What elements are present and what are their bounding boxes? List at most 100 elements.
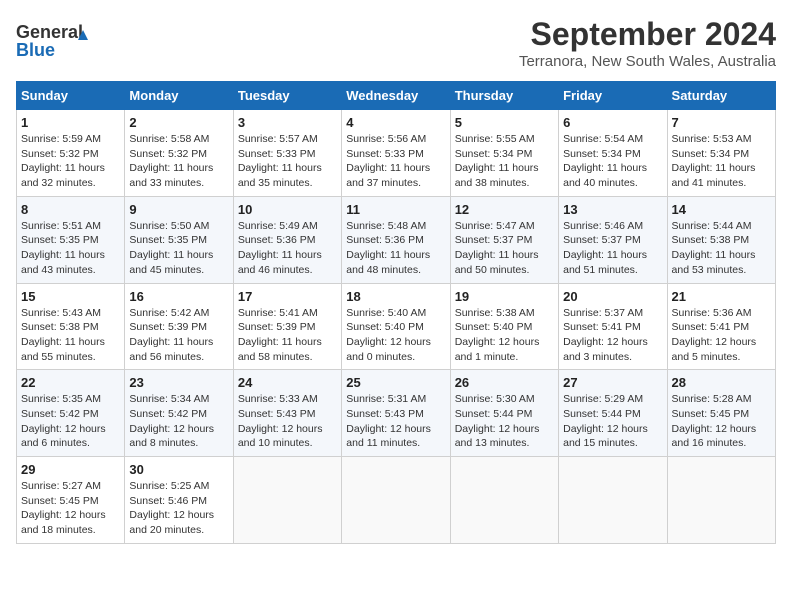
calendar-table: Sunday Monday Tuesday Wednesday Thursday… [16,81,776,544]
header-friday: Friday [559,82,667,110]
calendar-week-row: 8 Sunrise: 5:51 AM Sunset: 5:35 PM Dayli… [17,196,776,283]
calendar-cell [559,457,667,544]
day-number: 15 [21,289,120,304]
day-info: Sunrise: 5:41 AM Sunset: 5:39 PM Dayligh… [238,306,337,365]
day-info: Sunrise: 5:55 AM Sunset: 5:34 PM Dayligh… [455,132,554,191]
location-title: Terranora, New South Wales, Australia [519,53,776,70]
day-info: Sunrise: 5:59 AM Sunset: 5:32 PM Dayligh… [21,132,120,191]
calendar-cell: 27 Sunrise: 5:29 AM Sunset: 5:44 PM Dayl… [559,370,667,457]
day-info: Sunrise: 5:30 AM Sunset: 5:44 PM Dayligh… [455,392,554,451]
calendar-cell: 10 Sunrise: 5:49 AM Sunset: 5:36 PM Dayl… [233,196,341,283]
calendar-cell: 30 Sunrise: 5:25 AM Sunset: 5:46 PM Dayl… [125,457,233,544]
day-info: Sunrise: 5:54 AM Sunset: 5:34 PM Dayligh… [563,132,662,191]
day-info: Sunrise: 5:57 AM Sunset: 5:33 PM Dayligh… [238,132,337,191]
calendar-cell: 22 Sunrise: 5:35 AM Sunset: 5:42 PM Dayl… [17,370,125,457]
calendar-cell: 11 Sunrise: 5:48 AM Sunset: 5:36 PM Dayl… [342,196,450,283]
weekday-header-row: Sunday Monday Tuesday Wednesday Thursday… [17,82,776,110]
day-number: 4 [346,115,445,130]
calendar-cell: 7 Sunrise: 5:53 AM Sunset: 5:34 PM Dayli… [667,110,775,197]
calendar-week-row: 29 Sunrise: 5:27 AM Sunset: 5:45 PM Dayl… [17,457,776,544]
calendar-cell: 8 Sunrise: 5:51 AM Sunset: 5:35 PM Dayli… [17,196,125,283]
day-number: 29 [21,462,120,477]
page-header: General Blue September 2024 Terranora, N… [16,16,776,71]
calendar-cell: 3 Sunrise: 5:57 AM Sunset: 5:33 PM Dayli… [233,110,341,197]
calendar-cell: 13 Sunrise: 5:46 AM Sunset: 5:37 PM Dayl… [559,196,667,283]
day-info: Sunrise: 5:37 AM Sunset: 5:41 PM Dayligh… [563,306,662,365]
day-number: 6 [563,115,662,130]
day-number: 8 [21,202,120,217]
calendar-cell: 2 Sunrise: 5:58 AM Sunset: 5:32 PM Dayli… [125,110,233,197]
day-number: 27 [563,375,662,390]
calendar-cell: 24 Sunrise: 5:33 AM Sunset: 5:43 PM Dayl… [233,370,341,457]
day-number: 28 [672,375,771,390]
calendar-cell: 1 Sunrise: 5:59 AM Sunset: 5:32 PM Dayli… [17,110,125,197]
day-info: Sunrise: 5:29 AM Sunset: 5:44 PM Dayligh… [563,392,662,451]
calendar-cell: 16 Sunrise: 5:42 AM Sunset: 5:39 PM Dayl… [125,283,233,370]
day-info: Sunrise: 5:58 AM Sunset: 5:32 PM Dayligh… [129,132,228,191]
header-tuesday: Tuesday [233,82,341,110]
day-info: Sunrise: 5:33 AM Sunset: 5:43 PM Dayligh… [238,392,337,451]
calendar-cell: 15 Sunrise: 5:43 AM Sunset: 5:38 PM Dayl… [17,283,125,370]
day-info: Sunrise: 5:47 AM Sunset: 5:37 PM Dayligh… [455,219,554,278]
calendar-cell: 20 Sunrise: 5:37 AM Sunset: 5:41 PM Dayl… [559,283,667,370]
header-saturday: Saturday [667,82,775,110]
day-number: 21 [672,289,771,304]
calendar-week-row: 1 Sunrise: 5:59 AM Sunset: 5:32 PM Dayli… [17,110,776,197]
calendar-cell: 19 Sunrise: 5:38 AM Sunset: 5:40 PM Dayl… [450,283,558,370]
day-number: 19 [455,289,554,304]
day-number: 30 [129,462,228,477]
header-thursday: Thursday [450,82,558,110]
day-info: Sunrise: 5:56 AM Sunset: 5:33 PM Dayligh… [346,132,445,191]
calendar-cell: 14 Sunrise: 5:44 AM Sunset: 5:38 PM Dayl… [667,196,775,283]
day-info: Sunrise: 5:28 AM Sunset: 5:45 PM Dayligh… [672,392,771,451]
day-number: 10 [238,202,337,217]
svg-text:Blue: Blue [16,40,55,60]
day-number: 14 [672,202,771,217]
day-info: Sunrise: 5:50 AM Sunset: 5:35 PM Dayligh… [129,219,228,278]
calendar-cell: 25 Sunrise: 5:31 AM Sunset: 5:43 PM Dayl… [342,370,450,457]
calendar-cell: 6 Sunrise: 5:54 AM Sunset: 5:34 PM Dayli… [559,110,667,197]
day-number: 7 [672,115,771,130]
calendar-cell [450,457,558,544]
day-number: 17 [238,289,337,304]
day-info: Sunrise: 5:36 AM Sunset: 5:41 PM Dayligh… [672,306,771,365]
calendar-cell: 18 Sunrise: 5:40 AM Sunset: 5:40 PM Dayl… [342,283,450,370]
day-number: 24 [238,375,337,390]
day-info: Sunrise: 5:44 AM Sunset: 5:38 PM Dayligh… [672,219,771,278]
day-number: 13 [563,202,662,217]
title-block: September 2024 Terranora, New South Wale… [519,16,776,70]
calendar-cell: 26 Sunrise: 5:30 AM Sunset: 5:44 PM Dayl… [450,370,558,457]
header-monday: Monday [125,82,233,110]
calendar-cell [233,457,341,544]
calendar-cell: 4 Sunrise: 5:56 AM Sunset: 5:33 PM Dayli… [342,110,450,197]
calendar-cell: 5 Sunrise: 5:55 AM Sunset: 5:34 PM Dayli… [450,110,558,197]
calendar-week-row: 22 Sunrise: 5:35 AM Sunset: 5:42 PM Dayl… [17,370,776,457]
svg-text:General: General [16,22,83,42]
day-info: Sunrise: 5:46 AM Sunset: 5:37 PM Dayligh… [563,219,662,278]
calendar-cell: 29 Sunrise: 5:27 AM Sunset: 5:45 PM Dayl… [17,457,125,544]
day-number: 23 [129,375,228,390]
calendar-cell: 12 Sunrise: 5:47 AM Sunset: 5:37 PM Dayl… [450,196,558,283]
calendar-cell: 17 Sunrise: 5:41 AM Sunset: 5:39 PM Dayl… [233,283,341,370]
day-number: 26 [455,375,554,390]
day-number: 1 [21,115,120,130]
day-number: 18 [346,289,445,304]
header-sunday: Sunday [17,82,125,110]
day-number: 16 [129,289,228,304]
day-info: Sunrise: 5:40 AM Sunset: 5:40 PM Dayligh… [346,306,445,365]
day-info: Sunrise: 5:31 AM Sunset: 5:43 PM Dayligh… [346,392,445,451]
day-info: Sunrise: 5:48 AM Sunset: 5:36 PM Dayligh… [346,219,445,278]
day-info: Sunrise: 5:34 AM Sunset: 5:42 PM Dayligh… [129,392,228,451]
day-number: 11 [346,202,445,217]
day-info: Sunrise: 5:42 AM Sunset: 5:39 PM Dayligh… [129,306,228,365]
calendar-cell: 21 Sunrise: 5:36 AM Sunset: 5:41 PM Dayl… [667,283,775,370]
calendar-cell [342,457,450,544]
calendar-cell [667,457,775,544]
calendar-cell: 9 Sunrise: 5:50 AM Sunset: 5:35 PM Dayli… [125,196,233,283]
calendar-week-row: 15 Sunrise: 5:43 AM Sunset: 5:38 PM Dayl… [17,283,776,370]
day-info: Sunrise: 5:35 AM Sunset: 5:42 PM Dayligh… [21,392,120,451]
month-title: September 2024 [519,16,776,53]
day-number: 20 [563,289,662,304]
day-info: Sunrise: 5:53 AM Sunset: 5:34 PM Dayligh… [672,132,771,191]
day-info: Sunrise: 5:27 AM Sunset: 5:45 PM Dayligh… [21,479,120,538]
